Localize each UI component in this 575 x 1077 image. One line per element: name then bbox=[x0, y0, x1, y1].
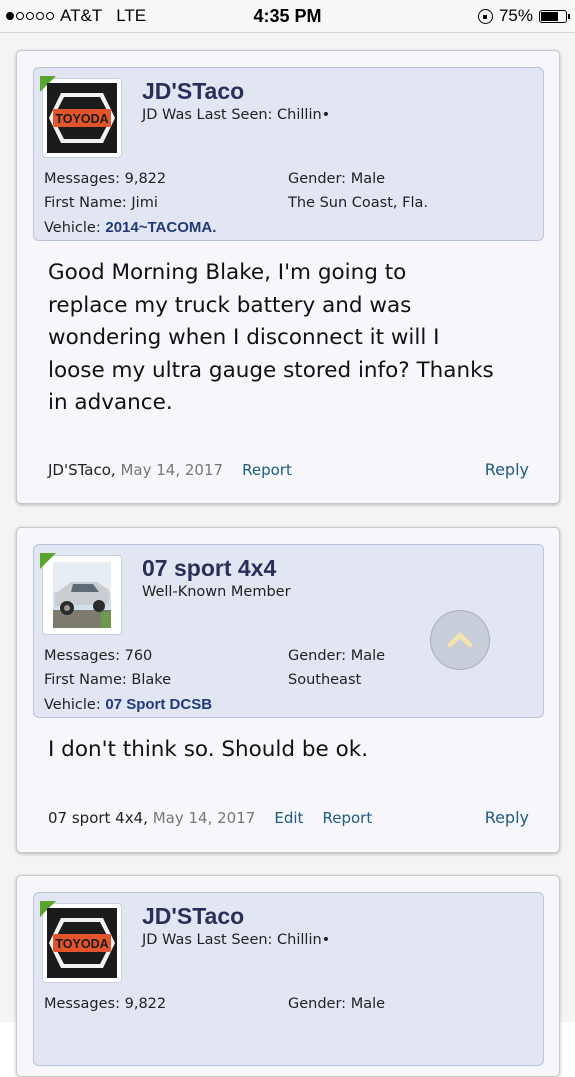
edit-link[interactable]: Edit bbox=[274, 809, 303, 827]
battery-percent: 75% bbox=[498, 6, 533, 25]
gender-label: Gender: bbox=[288, 171, 347, 187]
user-info-box: TOYODA JD'STaco JD Was Last Seen: Chilli… bbox=[33, 892, 544, 1066]
rotation-lock-icon bbox=[477, 8, 493, 24]
messages-value: 9,822 bbox=[124, 171, 167, 187]
report-link[interactable]: Report bbox=[242, 461, 292, 479]
footer-author[interactable]: 07 sport 4x4, bbox=[48, 809, 148, 827]
first-name-stat: First Name: Blake bbox=[44, 672, 171, 688]
status-bar: AT&T LTE 4:35 PM 75% bbox=[0, 0, 575, 33]
battery-icon bbox=[539, 9, 570, 23]
avatar[interactable]: TOYODA bbox=[40, 76, 122, 158]
messages-stat: Messages: 9,822 bbox=[44, 996, 166, 1012]
toyoda-logo-icon: TOYODA bbox=[47, 908, 117, 978]
avatar[interactable] bbox=[40, 553, 122, 635]
message-line: wondering when I disconnect it will I bbox=[48, 325, 440, 350]
toyoda-logo-icon: TOYODA bbox=[47, 83, 117, 153]
avatar[interactable]: TOYODA bbox=[40, 901, 122, 983]
message-line: I don't think so. Should be ok. bbox=[48, 737, 369, 762]
reply-button[interactable]: Reply bbox=[485, 808, 529, 827]
username[interactable]: 07 sport 4x4 bbox=[142, 555, 276, 582]
post-date[interactable]: May 14, 2017 bbox=[153, 809, 256, 827]
message-line: replace my truck battery and was bbox=[48, 292, 412, 318]
first-name-label: First Name: bbox=[44, 195, 127, 211]
post-footer: JD'STaco, May 14, 2017 Report bbox=[48, 461, 292, 479]
vehicle-label: Vehicle: bbox=[44, 697, 101, 713]
scroll-to-top-button[interactable] bbox=[430, 610, 490, 670]
vehicle-value: 07 Sport DCSB bbox=[105, 696, 213, 713]
messages-label: Messages: bbox=[44, 648, 120, 664]
post-card: 07 sport 4x4 Well-Known Member Messages:… bbox=[16, 527, 560, 853]
messages-stat: Messages: 760 bbox=[44, 648, 152, 664]
gender-value: Male bbox=[350, 171, 386, 187]
vehicle-stat: Vehicle: 2014~TACOMA. bbox=[44, 219, 216, 236]
report-link[interactable]: Report bbox=[323, 809, 373, 827]
status-right: 75% bbox=[477, 6, 570, 26]
gender-label: Gender: bbox=[288, 648, 347, 664]
chevron-up-icon bbox=[447, 632, 473, 648]
messages-value: 9,822 bbox=[124, 996, 167, 1012]
gender-stat: Gender: Male bbox=[288, 648, 385, 664]
gender-label: Gender: bbox=[288, 996, 347, 1012]
message-line: loose my ultra gauge stored info? Thanks bbox=[48, 357, 494, 383]
messages-stat: Messages: 9,822 bbox=[44, 171, 166, 187]
logo-text: TOYODA bbox=[55, 937, 108, 951]
user-info-box: TOYODA JD'STaco JD Was Last Seen: Chilli… bbox=[33, 67, 544, 241]
messages-label: Messages: bbox=[44, 171, 120, 187]
user-title: JD Was Last Seen: Chillin• bbox=[142, 107, 331, 123]
reply-button[interactable]: Reply bbox=[485, 460, 529, 479]
messages-label: Messages: bbox=[44, 996, 120, 1012]
gender-stat: Gender: Male bbox=[288, 996, 385, 1012]
user-title: JD Was Last Seen: Chillin• bbox=[142, 932, 331, 948]
gender-stat: Gender: Male bbox=[288, 171, 385, 187]
username[interactable]: JD'STaco bbox=[142, 78, 244, 105]
vehicle-value: 2014~TACOMA. bbox=[105, 219, 217, 236]
gender-value: Male bbox=[350, 648, 386, 664]
post-date[interactable]: May 14, 2017 bbox=[120, 461, 223, 479]
vehicle-stat: Vehicle: 07 Sport DCSB bbox=[44, 696, 212, 713]
location-stat: The Sun Coast, Fla. bbox=[288, 195, 428, 211]
messages-value: 760 bbox=[124, 648, 153, 664]
location-stat: Southeast bbox=[288, 672, 362, 688]
message-line: Good Morning Blake, I'm going to bbox=[48, 260, 407, 285]
post-card: TOYODA JD'STaco JD Was Last Seen: Chilli… bbox=[16, 875, 560, 1077]
user-title: Well-Known Member bbox=[142, 584, 291, 600]
footer-author[interactable]: JD'STaco, bbox=[48, 461, 116, 479]
logo-text: TOYODA bbox=[55, 112, 108, 126]
first-name-value: Blake bbox=[131, 672, 172, 688]
username[interactable]: JD'STaco bbox=[142, 903, 244, 930]
post-message: Good Morning Blake, I'm going to replace… bbox=[48, 257, 538, 420]
truck-photo-icon bbox=[53, 562, 111, 628]
vehicle-label: Vehicle: bbox=[44, 220, 101, 236]
first-name-stat: First Name: Jimi bbox=[44, 195, 158, 211]
gender-value: Male bbox=[350, 996, 386, 1012]
first-name-value: Jimi bbox=[131, 195, 158, 211]
post-footer: 07 sport 4x4, May 14, 2017 Edit Report bbox=[48, 809, 372, 827]
post-card: TOYODA JD'STaco JD Was Last Seen: Chilli… bbox=[16, 50, 560, 504]
thread-feed[interactable]: TOYODA JD'STaco JD Was Last Seen: Chilli… bbox=[0, 33, 575, 1077]
message-line: in advance. bbox=[48, 390, 173, 415]
post-message: I don't think so. Should be ok. bbox=[48, 734, 538, 767]
first-name-label: First Name: bbox=[44, 672, 127, 688]
